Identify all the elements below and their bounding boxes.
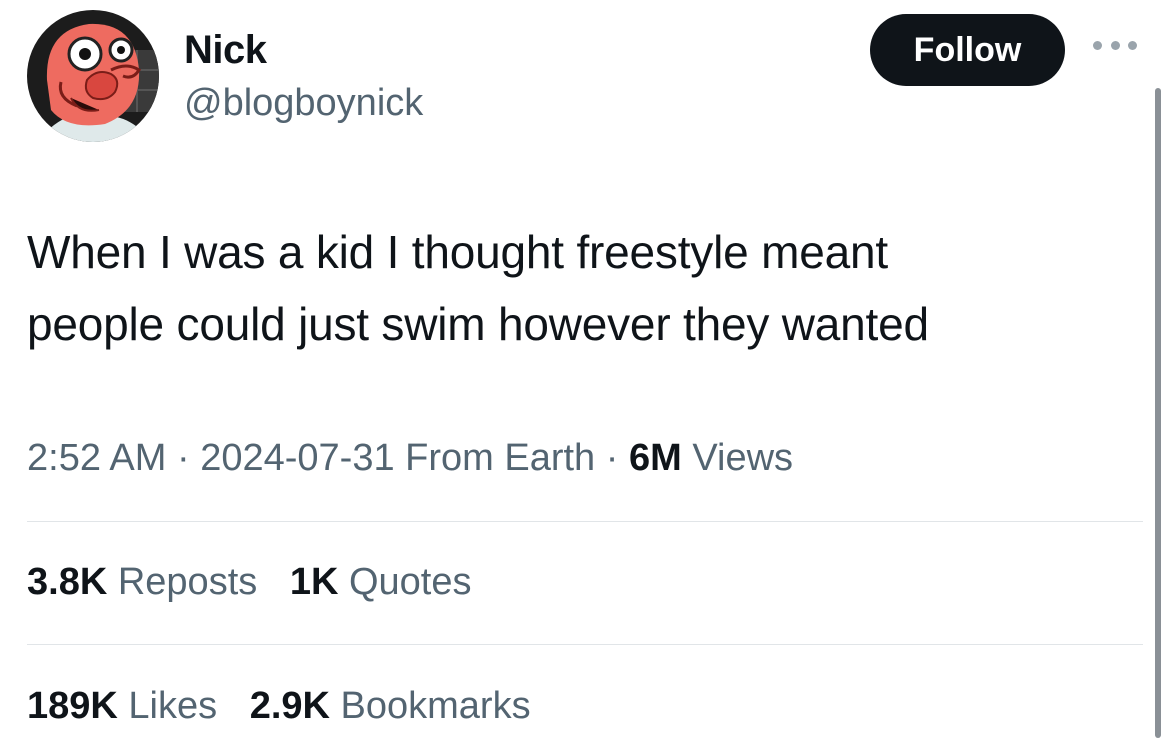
divider [27,521,1143,522]
tweet-text-line: people could just swim however they want… [27,298,929,350]
dot [1093,40,1102,50]
tweet-time[interactable]: 2:52 AM [27,437,166,479]
more-options-icon[interactable] [1093,38,1137,52]
tweet-location: From Earth [405,437,596,479]
quotes-label: Quotes [348,561,472,603]
likes-label: Likes [128,685,218,727]
views-count: 6M [628,437,682,479]
tweet-date[interactable]: 2024-07-31 [200,437,394,479]
bookmarks-label: Bookmarks [340,685,531,727]
meta-separator: · [176,437,190,479]
dot [1128,40,1137,50]
likes-count: 189K [27,685,118,727]
quotes-stat[interactable]: 1K Quotes [290,556,472,608]
likes-stat[interactable]: 189K Likes [27,680,217,732]
quotes-count: 1K [289,561,339,603]
reposts-stat[interactable]: 3.8K Reposts [27,556,257,608]
follow-button[interactable]: Follow [870,14,1065,86]
bookmarks-count: 2.9K [249,685,330,727]
bookmarks-stat[interactable]: 2.9K Bookmarks [250,680,531,732]
reposts-label: Reposts [117,561,258,603]
tweet-text-line: When I was a kid I thought freestyle mea… [27,226,888,278]
stats-row-reposts-quotes: 3.8K Reposts 1K Quotes [27,556,493,608]
author-display-name[interactable]: Nick [184,26,267,74]
views-label: Views [692,437,794,479]
cartoon-character-avatar-icon [27,10,159,142]
stats-row-likes-bookmarks: 189K Likes 2.9K Bookmarks [27,680,553,732]
dot [1110,40,1120,50]
reposts-count: 3.8K [27,561,108,603]
divider [27,644,1143,645]
avatar[interactable] [27,10,159,142]
scrollbar[interactable] [1155,88,1161,738]
author-handle[interactable]: @blogboynick [184,80,423,126]
meta-separator: · [605,437,619,479]
tweet-meta: 2:52 AM · 2024-07-31 From Earth · 6M Vie… [27,432,793,484]
tweet-text: When I was a kid I thought freestyle mea… [27,216,1117,360]
